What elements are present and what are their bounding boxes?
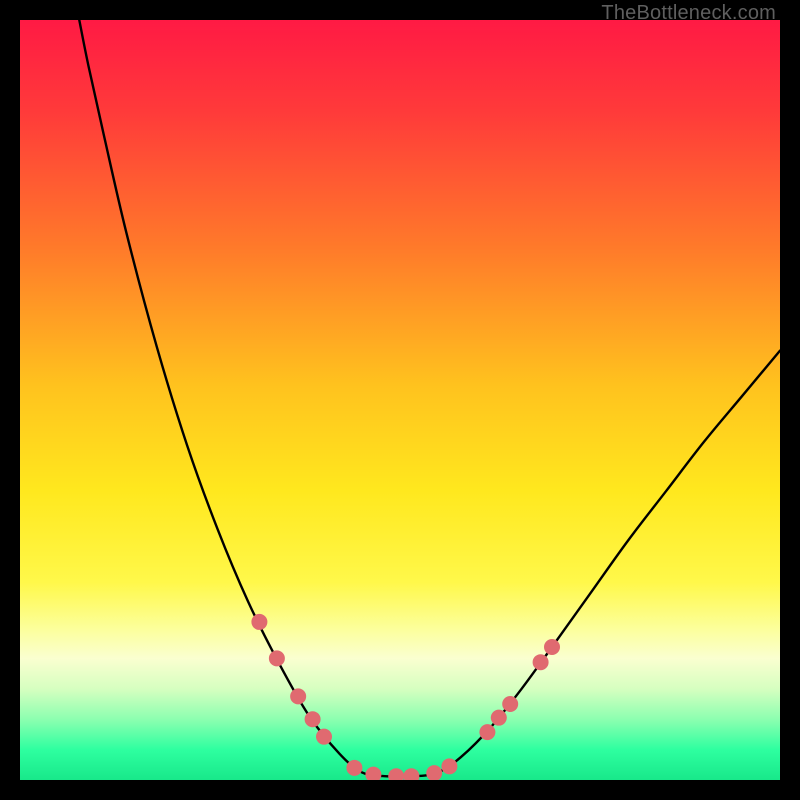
data-marker <box>346 760 362 776</box>
data-marker <box>316 729 332 745</box>
data-marker <box>491 710 507 726</box>
watermark-text: TheBottleneck.com <box>601 2 776 25</box>
data-marker <box>305 711 321 727</box>
data-marker <box>544 639 560 655</box>
data-marker <box>533 654 549 670</box>
chart-background <box>20 20 780 780</box>
data-marker <box>441 758 457 774</box>
bottleneck-chart <box>20 20 780 780</box>
data-marker <box>479 724 495 740</box>
data-marker <box>269 650 285 666</box>
data-marker <box>290 688 306 704</box>
data-marker <box>251 614 267 630</box>
data-marker <box>502 696 518 712</box>
chart-frame <box>20 20 780 780</box>
